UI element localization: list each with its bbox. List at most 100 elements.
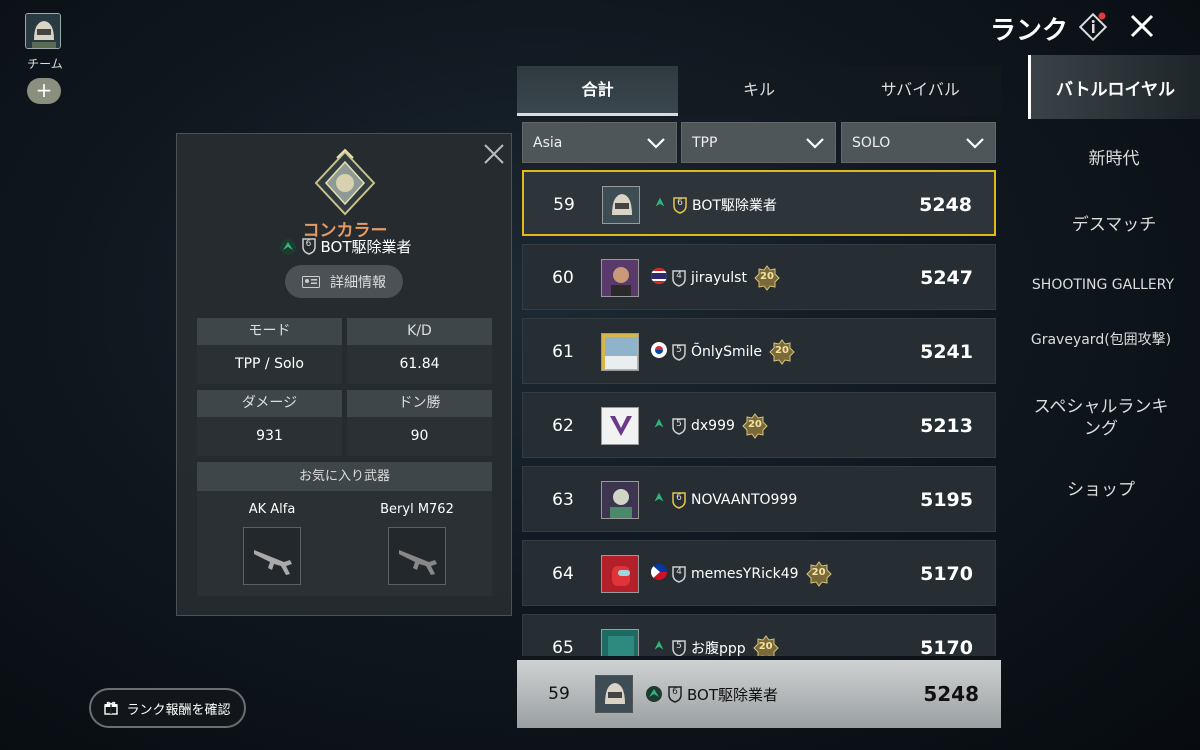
stat-kd: K/D 61.84	[347, 318, 492, 384]
badge-level: 20	[747, 419, 762, 430]
nav-new-era[interactable]: 新時代	[1040, 144, 1188, 169]
chevron-down-icon	[647, 137, 665, 149]
category-tabs: 合計 キル サバイバル	[517, 66, 1001, 116]
region-select[interactable]: Asia	[522, 122, 677, 163]
stat-damage: ダメージ 931	[197, 390, 342, 456]
player-meta: 6 BOT駆除業者	[652, 172, 777, 238]
emblem-icon	[279, 238, 296, 255]
player-name: BOT駆除業者	[320, 238, 412, 256]
player-meta: 6 BOT駆除業者	[645, 660, 778, 728]
perspective-select[interactable]: TPP	[681, 122, 836, 163]
emblem-icon	[651, 416, 667, 436]
stat-label: ダメージ	[197, 390, 342, 417]
player-meta: 5 dx999 20	[651, 393, 768, 459]
player-score: 5213	[920, 415, 973, 437]
tab-total[interactable]: 合計	[517, 66, 679, 116]
player-meta: 6 NOVAANTO999	[651, 467, 797, 533]
tier-level: 6	[672, 686, 678, 697]
rank-20-badge-icon: 20	[805, 561, 832, 587]
nav-special-ranking[interactable]: スペシャルランキング	[1028, 396, 1174, 440]
details-button[interactable]: 詳細情報	[285, 265, 403, 298]
info-icon[interactable]	[1078, 12, 1108, 42]
chevron-down-icon	[806, 137, 824, 149]
stat-value: 90	[347, 417, 492, 456]
player-meta: 5 お腹ppp 20	[651, 615, 779, 656]
stat-label: K/D	[347, 318, 492, 345]
team-mode-select[interactable]: SOLO	[841, 122, 996, 163]
player-line: 6 BOT駆除業者	[177, 236, 513, 257]
leaderboard-row[interactable]: 61 5 ÕnlySmile 20 5241	[522, 318, 996, 384]
close-icon[interactable]	[482, 142, 506, 166]
tab-survival[interactable]: サバイバル	[840, 66, 1001, 116]
self-rank-row[interactable]: 59 6 BOT駆除業者 5248	[517, 660, 1001, 728]
player-score: 5248	[923, 682, 979, 706]
player-avatar	[601, 629, 639, 656]
emblem-icon	[651, 490, 667, 510]
emblem-icon	[646, 686, 662, 702]
weapon-name: AK Alfa	[248, 502, 296, 517]
player-meta: 4 memesYRick49 20	[651, 541, 832, 607]
chevron-down-icon	[966, 137, 984, 149]
tier-level: 5	[676, 418, 682, 429]
team-add-button[interactable]: +	[27, 78, 61, 104]
tier-shield-icon: 4	[672, 269, 686, 287]
player-avatar	[601, 481, 639, 519]
rank-20-badge-icon: 20	[769, 339, 795, 365]
perspective-value: TPP	[692, 134, 718, 151]
player-meta: 4 jirayulst 20	[651, 245, 780, 311]
favorite-weapons: お気に入り武器 AK Alfa Beryl M762	[197, 462, 492, 596]
player-name: BOT駆除業者	[692, 198, 777, 214]
tier-level: 4	[676, 566, 682, 577]
tier-level: 5	[676, 344, 682, 355]
rank-reward-label: ランク報酬を確認	[126, 702, 231, 718]
tier-shield-icon: 5	[672, 343, 686, 361]
team-mode-value: SOLO	[852, 134, 891, 151]
weapon-item: Beryl M762	[357, 502, 477, 585]
team-avatar[interactable]	[25, 13, 61, 49]
nav-shooting-gallery[interactable]: SHOOTING GALLERY	[1030, 277, 1176, 293]
player-name: memesYRick49	[691, 566, 799, 582]
close-icon[interactable]	[1126, 10, 1158, 42]
nav-shop[interactable]: ショップ	[1028, 475, 1174, 500]
tier-shield-icon: 6	[673, 196, 687, 214]
player-avatar	[601, 333, 639, 371]
team-label: チーム	[27, 57, 63, 71]
region-value: Asia	[533, 134, 563, 151]
nav-deathmatch[interactable]: デスマッチ	[1040, 210, 1188, 235]
player-name: NOVAANTO999	[691, 492, 798, 508]
profile-panel: コンカラー 6 BOT駆除業者 詳細情報 モード TPP / Solo K/D …	[176, 133, 512, 616]
badge-level: 20	[758, 641, 773, 652]
tier-shield-icon: 6	[301, 238, 316, 255]
helmet-avatar-icon	[26, 14, 60, 48]
country-flag-icon	[651, 342, 667, 362]
stat-label: ドン勝	[347, 390, 492, 417]
leaderboard-row[interactable]: 64 4 memesYRick49 20 5170	[522, 540, 996, 606]
tier-shield-icon: 5	[672, 417, 686, 435]
country-flag-icon	[651, 564, 667, 584]
rank-number: 59	[553, 195, 575, 215]
leaderboard-row[interactable]: 65 5 お腹ppp 20 5170	[522, 614, 996, 656]
tier-shield-icon: 4	[672, 565, 686, 583]
tab-kills[interactable]: キル	[678, 66, 839, 116]
rank-reward-button[interactable]: ランク報酬を確認	[89, 688, 246, 728]
player-score: 5170	[920, 637, 973, 656]
nav-graveyard[interactable]: Graveyard(包囲攻撃)	[1028, 331, 1174, 350]
conqueror-badge-icon	[310, 148, 380, 218]
leaderboard-row[interactable]: 63 6 NOVAANTO999 5195	[522, 466, 996, 532]
player-avatar	[602, 186, 640, 224]
stat-label: モード	[197, 318, 342, 345]
rank-20-badge-icon: 20	[742, 413, 768, 439]
leaderboard-row[interactable]: 62 5 dx999 20 5213	[522, 392, 996, 458]
leaderboard-list[interactable]: 59 6 BOT駆除業者 5248 60 4 jirayulst 20 5247 61 5 ÕnlyS…	[522, 170, 996, 656]
player-name: お腹ppp	[691, 641, 746, 656]
leaderboard-row[interactable]: 59 6 BOT駆除業者 5248	[522, 170, 996, 236]
rank-number: 60	[552, 268, 574, 288]
player-avatar	[601, 259, 639, 297]
tier-shield-icon: 6	[668, 685, 682, 703]
id-card-icon	[302, 275, 320, 288]
tier-level: 6	[677, 197, 683, 208]
page-title: ランク	[990, 16, 1069, 46]
nav-battle-royale[interactable]: バトルロイヤル	[1028, 55, 1200, 119]
leaderboard-row[interactable]: 60 4 jirayulst 20 5247	[522, 244, 996, 310]
player-name: dx999	[691, 418, 735, 434]
